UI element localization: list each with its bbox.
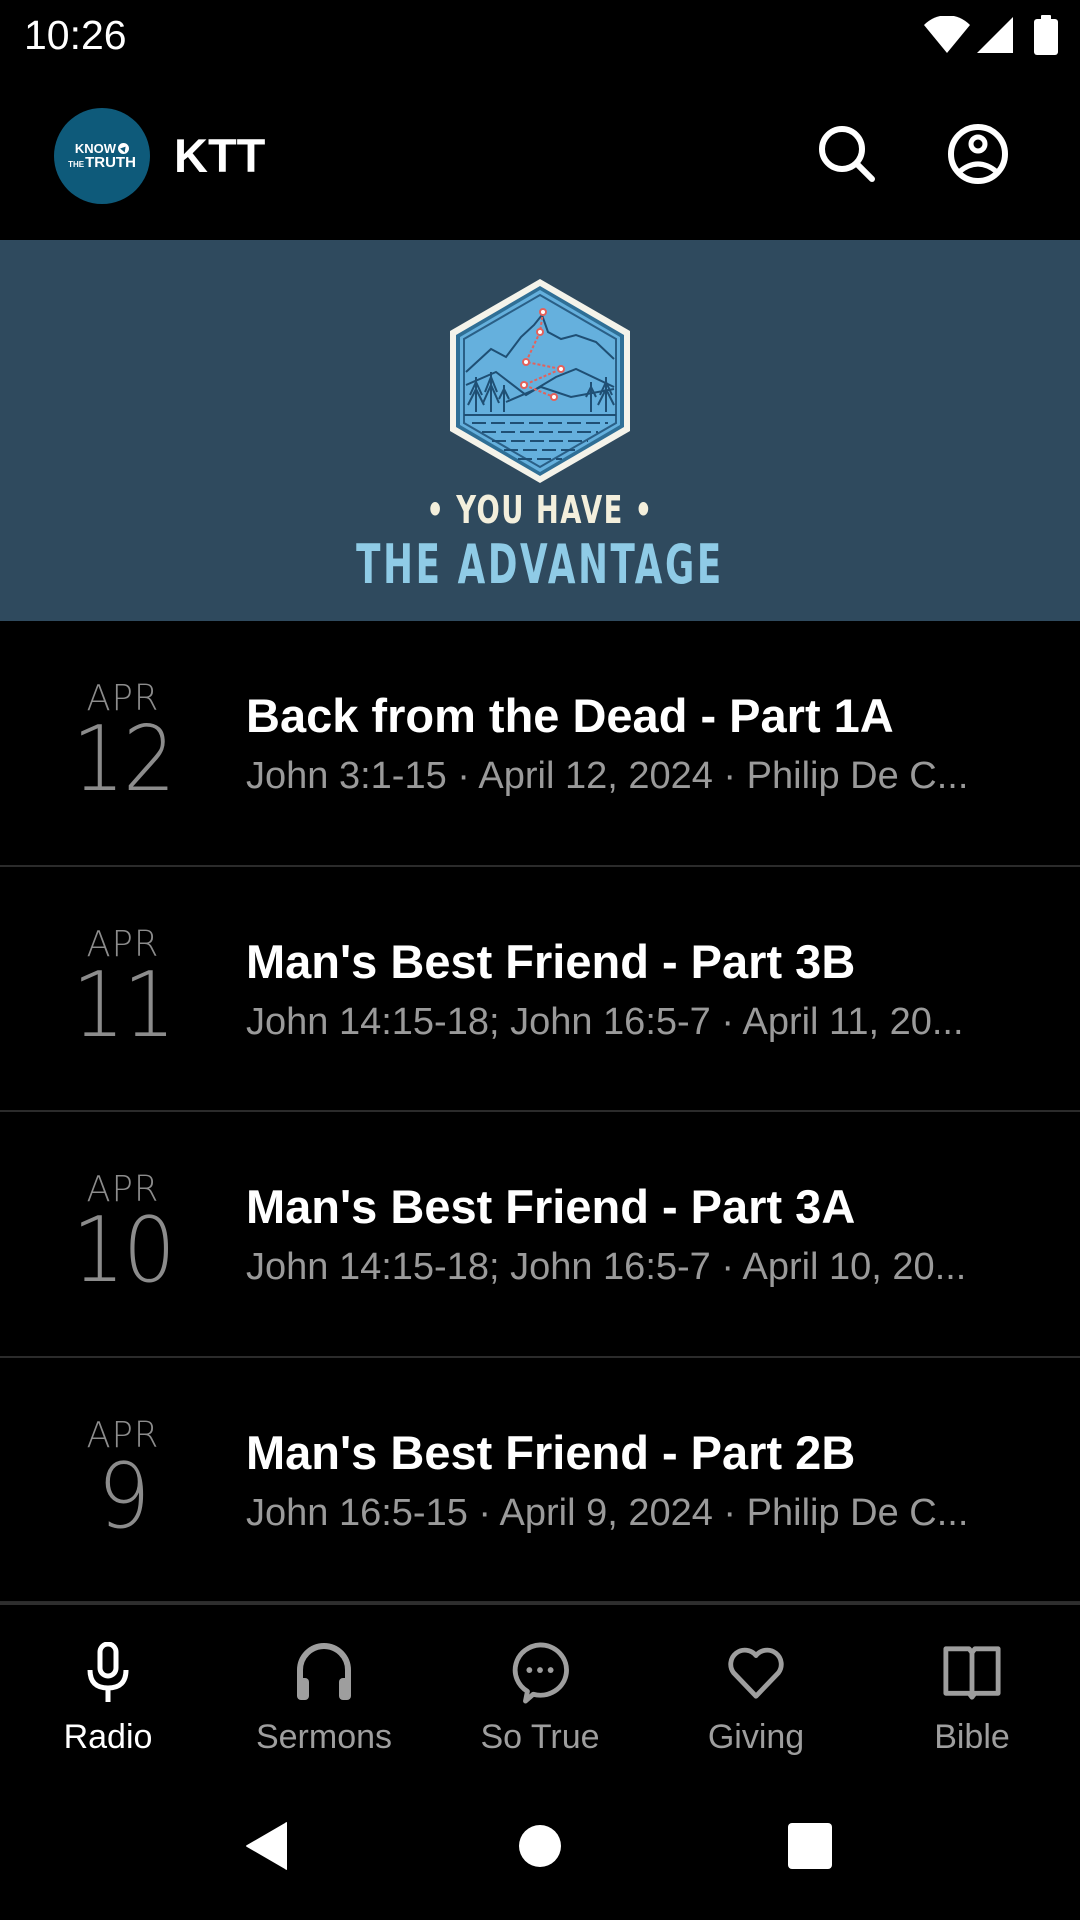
battery-icon xyxy=(1034,15,1058,55)
episode-subtitle: John 14:15-18; John 16:5-7 · April 10, 2… xyxy=(246,1246,967,1288)
microphone-icon xyxy=(78,1639,138,1705)
episode-day: 9 xyxy=(97,1443,151,1549)
nav-tab-so-true[interactable]: So True xyxy=(432,1605,648,1776)
episode-day: 10 xyxy=(72,1198,176,1303)
banner-headline-1: • YOU HAVE • xyxy=(426,488,654,532)
episode-item[interactable]: APR 12 Back from the Dead - Part 1A John… xyxy=(0,621,1080,867)
home-circle-icon xyxy=(518,1824,562,1873)
episode-item[interactable]: APR 9 Man's Best Friend - Part 2B John 1… xyxy=(0,1358,1080,1603)
episode-date: APR 10 xyxy=(60,1170,186,1303)
nav-label: Sermons xyxy=(255,1718,393,1756)
featured-banner[interactable]: • YOU HAVE • THE ADVANTAGE xyxy=(0,240,1080,621)
book-icon xyxy=(942,1639,1002,1705)
logo-text-truth: THE TRUTH xyxy=(68,154,136,171)
episode-day: 12 xyxy=(72,707,176,812)
nav-label: Bible xyxy=(934,1718,1010,1756)
episode-subtitle: John 3:1-15 · April 12, 2024 · Philip De… xyxy=(246,755,969,797)
status-icons xyxy=(924,15,1058,55)
recents-square-icon xyxy=(788,1822,832,1874)
episode-day: 11 xyxy=(72,952,176,1058)
episode-date: APR 9 xyxy=(60,1415,186,1549)
episode-subtitle: John 14:15-18; John 16:5-7 · April 11, 2… xyxy=(246,1000,964,1043)
status-time: 10:26 xyxy=(24,12,127,58)
episode-list: APR 12 Back from the Dead - Part 1A John… xyxy=(0,621,1080,1603)
episode-title: Back from the Dead - Part 1A xyxy=(246,689,894,742)
episode-date: APR 11 xyxy=(60,924,186,1058)
search-icon xyxy=(815,122,879,191)
logo-compass-icon xyxy=(118,143,130,154)
app-logo[interactable]: KNOW THE TRUTH xyxy=(54,108,150,204)
cell-signal-icon xyxy=(976,17,1014,53)
wifi-icon xyxy=(924,16,970,54)
nav-label: So True xyxy=(480,1718,600,1756)
status-bar: 10:26 xyxy=(0,0,1080,72)
nav-tab-giving[interactable]: Giving xyxy=(648,1605,864,1776)
search-button[interactable] xyxy=(811,120,883,192)
system-back-button[interactable] xyxy=(227,1816,307,1880)
episode-item[interactable]: APR 10 Man's Best Friend - Part 3A John … xyxy=(0,1112,1080,1358)
episode-date: APR 12 xyxy=(60,679,186,812)
profile-button[interactable] xyxy=(942,120,1014,192)
app-bar: KNOW THE TRUTH KTT xyxy=(0,72,1080,240)
nav-tab-radio[interactable]: Radio xyxy=(0,1605,216,1776)
headphones-icon xyxy=(294,1639,354,1705)
system-recents-button[interactable] xyxy=(770,1816,850,1880)
mountain-badge-icon xyxy=(450,279,630,483)
app-title: KTT xyxy=(174,129,266,182)
system-navigation-bar xyxy=(0,1776,1080,1920)
episode-item[interactable]: APR 11 Man's Best Friend - Part 3B John … xyxy=(0,867,1080,1112)
episode-title: Man's Best Friend - Part 2B xyxy=(246,1425,856,1479)
account-circle-icon xyxy=(946,122,1010,191)
episode-title: Man's Best Friend - Part 3A xyxy=(246,1180,856,1233)
episode-title: Man's Best Friend - Part 3B xyxy=(246,934,856,988)
episode-subtitle: John 16:5-15 · April 9, 2024 · Philip De… xyxy=(246,1491,969,1534)
nav-label: Giving xyxy=(707,1718,805,1756)
nav-label: Radio xyxy=(63,1718,153,1756)
chat-bubble-icon xyxy=(510,1639,570,1705)
heart-icon xyxy=(726,1639,786,1705)
banner-headline-2: THE ADVANTAGE xyxy=(356,533,724,596)
nav-tab-sermons[interactable]: Sermons xyxy=(216,1605,432,1776)
back-triangle-icon xyxy=(245,1821,289,1876)
nav-tab-bible[interactable]: Bible xyxy=(864,1605,1080,1776)
system-home-button[interactable] xyxy=(500,1816,580,1880)
bottom-navigation: Radio Sermons So True Giving Bible xyxy=(0,1602,1080,1776)
